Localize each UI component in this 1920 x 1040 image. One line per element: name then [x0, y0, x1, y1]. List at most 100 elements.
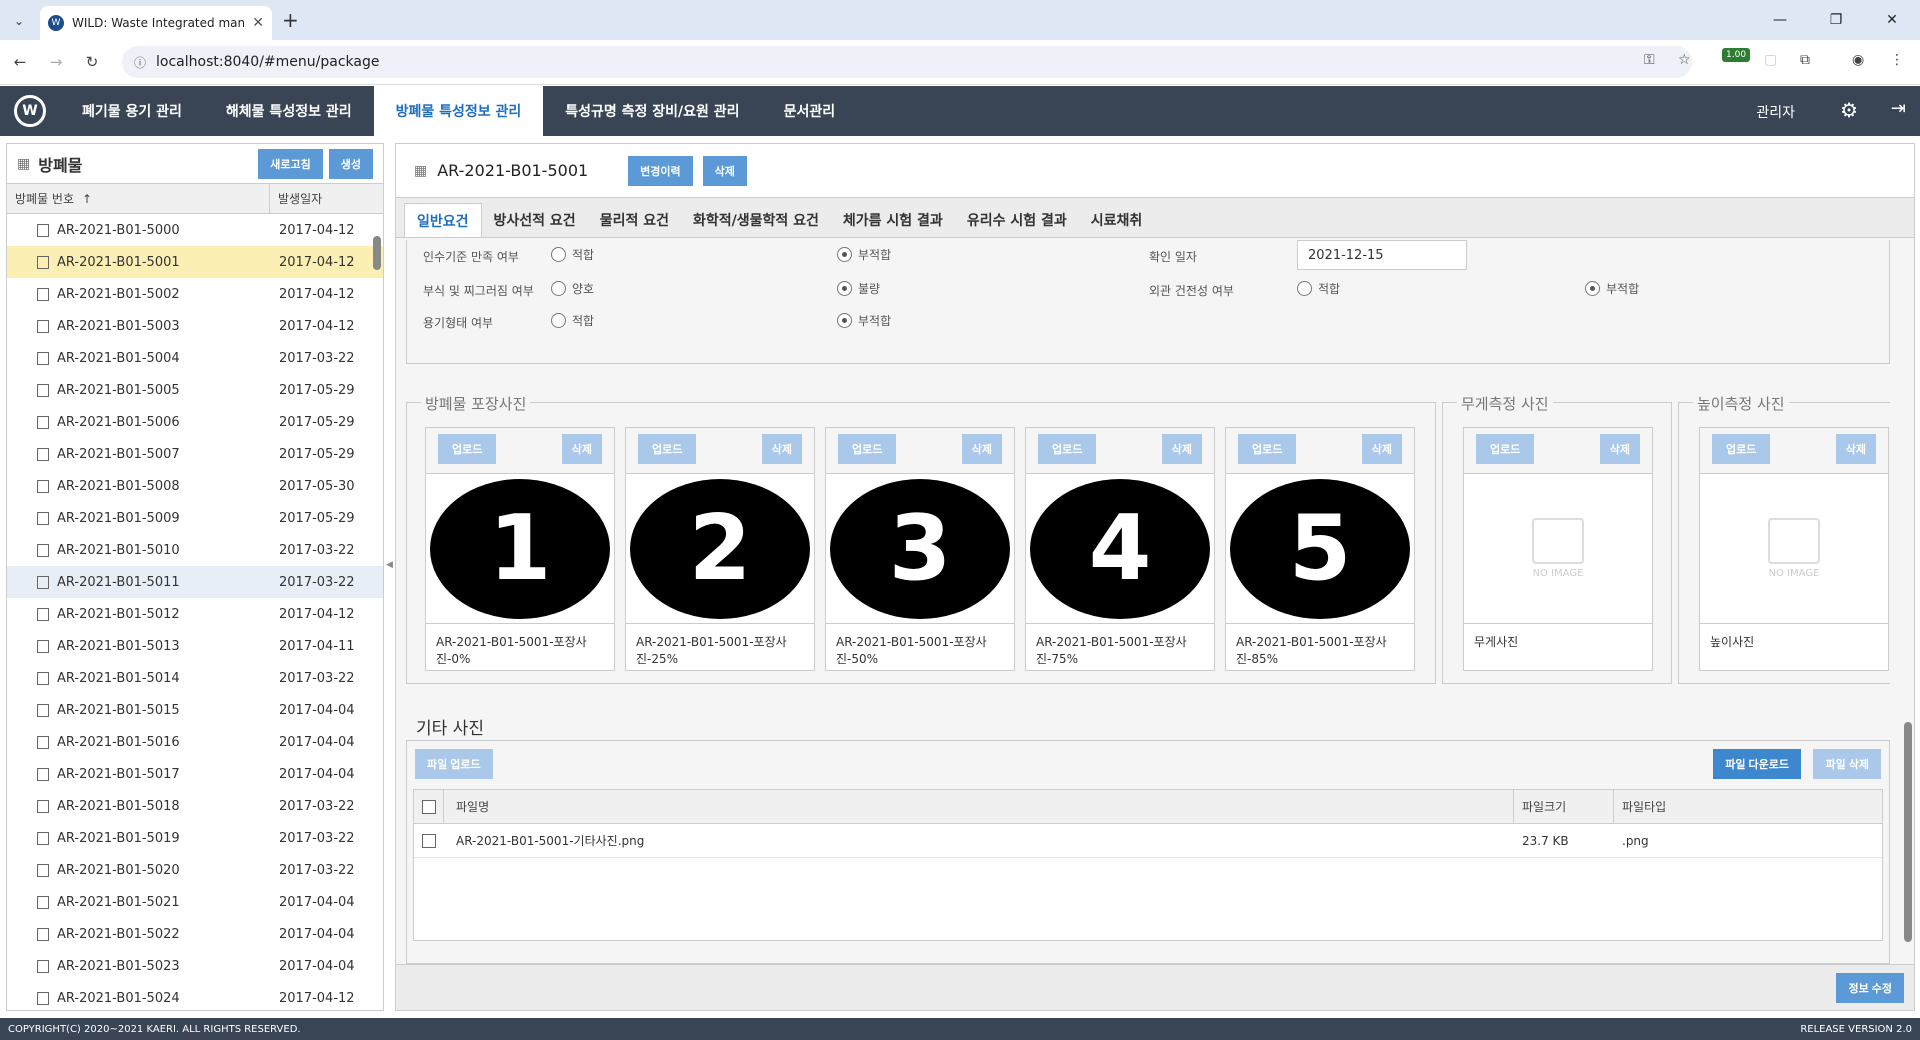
packaging-photo-image[interactable]: 2	[626, 474, 814, 624]
weight-photo-image[interactable]: NO IMAGE	[1464, 474, 1652, 624]
menu-documents[interactable]: 문서관리	[762, 86, 858, 136]
upload-button[interactable]: 업로드	[1712, 434, 1771, 464]
close-tab-icon[interactable]: ✕	[252, 15, 264, 31]
list-item[interactable]: AR-2021-B01-5004 2017-03-22	[7, 342, 383, 374]
new-tab-icon[interactable]: +	[282, 8, 299, 32]
create-button[interactable]: 생성	[328, 148, 373, 179]
tab-radiological[interactable]: 방사선적 요건	[482, 203, 588, 237]
upload-button[interactable]: 업로드	[638, 434, 697, 464]
photo-delete-button[interactable]: 삭제	[1835, 434, 1876, 464]
list-item[interactable]: AR-2021-B01-5008 2017-05-30	[7, 470, 383, 502]
file-delete-button[interactable]: 파일 삭제	[1813, 749, 1881, 779]
sort-ascending-icon[interactable]: ↑	[82, 192, 92, 206]
container-radio-pass[interactable]: 적합	[551, 312, 594, 329]
menu-dismantled-info[interactable]: 해체물 특성정보 관리	[204, 86, 374, 136]
list-item[interactable]: AR-2021-B01-5007 2017-05-29	[7, 438, 383, 470]
tab-general[interactable]: 일반요건	[404, 203, 482, 237]
list-item[interactable]: AR-2021-B01-5019 2017-03-22	[7, 822, 383, 854]
tab-search-chevron-icon[interactable]: ⌄	[8, 10, 30, 32]
container-radio-fail[interactable]: 부적합	[837, 312, 891, 329]
list-item[interactable]: AR-2021-B01-5011 2017-03-22	[7, 566, 383, 598]
packaging-photo-image[interactable]: 4	[1026, 474, 1214, 624]
list-item[interactable]: AR-2021-B01-5014 2017-03-22	[7, 662, 383, 694]
soundness-radio-pass[interactable]: 적합	[1297, 280, 1340, 297]
restore-icon[interactable]: ❐	[1808, 0, 1864, 40]
scrollbar-thumb[interactable]	[1904, 722, 1912, 942]
upload-button[interactable]: 업로드	[438, 434, 497, 464]
back-icon[interactable]: ←	[10, 52, 30, 72]
splitter-collapse-icon[interactable]: ◀	[386, 560, 393, 570]
reload-icon[interactable]: ↻	[82, 52, 102, 72]
extension-badge[interactable]: 1.00	[1722, 48, 1751, 62]
profile-icon[interactable]: ◉	[1852, 52, 1864, 68]
forward-icon[interactable]: →	[46, 52, 66, 72]
list-item[interactable]: AR-2021-B01-5023 2017-04-04	[7, 950, 383, 982]
list-item[interactable]: AR-2021-B01-5016 2017-04-04	[7, 726, 383, 758]
packaging-photo-image[interactable]: 5	[1226, 474, 1414, 624]
menu-waste-info[interactable]: 방폐물 특성정보 관리	[373, 86, 544, 136]
photo-delete-button[interactable]: 삭제	[1599, 434, 1640, 464]
column-date[interactable]: 발생일자	[270, 184, 322, 213]
extensions-puzzle-icon[interactable]: ⧉	[1800, 52, 1810, 68]
list-item[interactable]: AR-2021-B01-5018 2017-03-22	[7, 790, 383, 822]
file-upload-button[interactable]: 파일 업로드	[415, 749, 493, 779]
list-item[interactable]: AR-2021-B01-5012 2017-04-12	[7, 598, 383, 630]
column-filename[interactable]: 파일명	[444, 789, 1514, 824]
close-window-icon[interactable]: ✕	[1864, 0, 1920, 40]
corrosion-radio-good[interactable]: 양호	[551, 280, 594, 297]
browser-menu-icon[interactable]: ⋮	[1890, 52, 1904, 68]
upload-button[interactable]: 업로드	[1238, 434, 1297, 464]
extension-icon[interactable]: ▢	[1764, 52, 1777, 68]
tab-sieve-test[interactable]: 체가름 시험 결과	[831, 203, 955, 237]
file-download-button[interactable]: 파일 다운로드	[1713, 749, 1801, 779]
user-name[interactable]: 관리자	[1756, 102, 1795, 122]
photo-delete-button[interactable]: 삭제	[961, 434, 1002, 464]
list-item[interactable]: AR-2021-B01-5005 2017-05-29	[7, 374, 383, 406]
list-item[interactable]: AR-2021-B01-5002 2017-04-12	[7, 278, 383, 310]
bookmark-star-icon[interactable]: ☆	[1678, 52, 1691, 68]
password-key-icon[interactable]: ⚿	[1644, 52, 1655, 68]
list-item[interactable]: AR-2021-B01-5021 2017-04-04	[7, 886, 383, 918]
tab-chemical[interactable]: 화학적/생물학적 요건	[681, 203, 831, 237]
update-info-button[interactable]: 정보 수정	[1836, 973, 1904, 1003]
accept-radio-fail[interactable]: 부적합	[837, 246, 891, 263]
row-checkbox[interactable]	[422, 833, 436, 848]
list-item[interactable]: AR-2021-B01-5020 2017-03-22	[7, 854, 383, 886]
list-item[interactable]: AR-2021-B01-5010 2017-03-22	[7, 534, 383, 566]
history-button[interactable]: 변경이력	[628, 155, 693, 186]
tab-sampling[interactable]: 시료채취	[1079, 203, 1155, 237]
confirm-date-input[interactable]: 2021-12-15	[1297, 240, 1467, 270]
menu-equipment-staff[interactable]: 특성규명 측정 장비/요원 관리	[543, 86, 761, 136]
detail-scrollbar[interactable]	[1902, 240, 1912, 964]
packaging-photo-image[interactable]: 1	[426, 474, 614, 624]
upload-button[interactable]: 업로드	[1038, 434, 1097, 464]
height-photo-image[interactable]: NO IMAGE	[1700, 474, 1888, 624]
list-item[interactable]: AR-2021-B01-5022 2017-04-04	[7, 918, 383, 950]
soundness-radio-fail[interactable]: 부적합	[1585, 280, 1639, 297]
list-item[interactable]: AR-2021-B01-5015 2017-04-04	[7, 694, 383, 726]
wild-logo[interactable]: W	[14, 95, 46, 127]
list-item[interactable]: AR-2021-B01-5017 2017-04-04	[7, 758, 383, 790]
list-item[interactable]: AR-2021-B01-5013 2017-04-11	[7, 630, 383, 662]
upload-button[interactable]: 업로드	[838, 434, 897, 464]
site-info-icon[interactable]: ⓘ	[134, 54, 146, 71]
corrosion-radio-bad[interactable]: 불량	[837, 280, 880, 297]
photo-delete-button[interactable]: 삭제	[761, 434, 802, 464]
logout-icon[interactable]: ⇥	[1891, 98, 1906, 119]
list-item[interactable]: AR-2021-B01-5009 2017-05-29	[7, 502, 383, 534]
packaging-photo-image[interactable]: 3	[826, 474, 1014, 624]
refresh-button[interactable]: 새로고침	[258, 148, 323, 179]
upload-button[interactable]: 업로드	[1476, 434, 1535, 464]
column-waste-id[interactable]: 방폐물 번호 ↑	[7, 184, 270, 213]
scrollbar-thumb[interactable]	[373, 236, 381, 270]
delete-button[interactable]: 삭제	[702, 155, 747, 186]
list-item[interactable]: AR-2021-B01-5001 2017-04-12	[7, 246, 383, 278]
tab-physical[interactable]: 물리적 요건	[588, 203, 681, 237]
browser-tab[interactable]: W WILD: Waste Integrated mana ✕	[40, 6, 272, 40]
list-item[interactable]: AR-2021-B01-5003 2017-04-12	[7, 310, 383, 342]
gear-icon[interactable]: ⚙	[1840, 98, 1858, 122]
photo-delete-button[interactable]: 삭제	[1161, 434, 1202, 464]
list-item[interactable]: AR-2021-B01-5000 2017-04-12	[7, 214, 383, 246]
list-item[interactable]: AR-2021-B01-5024 2017-04-12	[7, 982, 383, 1010]
tab-free-liquid-test[interactable]: 유리수 시험 결과	[955, 203, 1079, 237]
